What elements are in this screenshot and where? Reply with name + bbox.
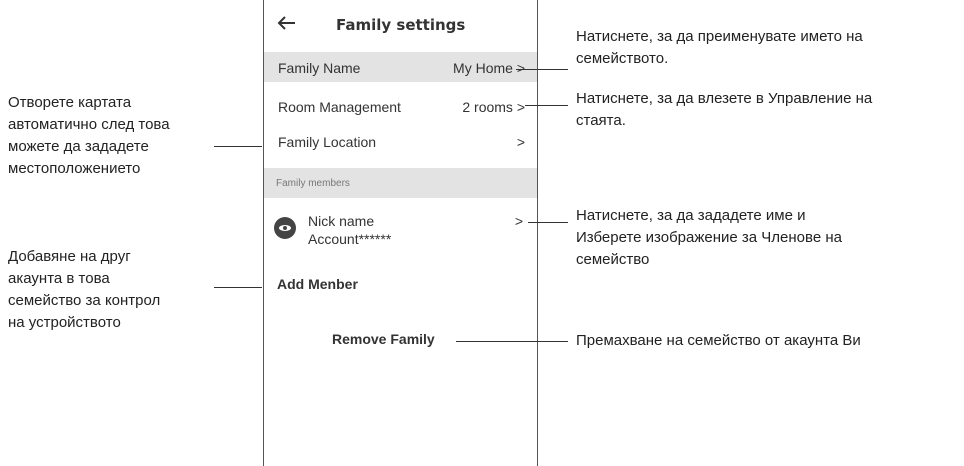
- page-title: Family settings: [336, 16, 466, 34]
- family-location-row[interactable]: Family Location >: [264, 130, 537, 156]
- annotation-remove-family: Премахване на семейство от акаунта Ви: [576, 330, 861, 352]
- annotation-line: Натиснете, за да зададете име и: [576, 207, 806, 224]
- annotation-line: семейство за контрол: [8, 292, 161, 309]
- annotation-line: семейството.: [576, 50, 669, 67]
- header: Family settings: [264, 0, 537, 48]
- annotation-line: Отворете картата: [8, 94, 132, 111]
- annotation-line: Премахване на семейство от акаунта Ви: [576, 332, 861, 349]
- annotation-room-management: Натиснете, за да влезете в Управление на…: [576, 88, 872, 132]
- member-row[interactable]: Nick name Account****** >: [264, 208, 537, 254]
- member-nick-name: Nick name: [308, 213, 375, 229]
- annotation-location: Отворете картата автоматично след това м…: [8, 92, 170, 180]
- connector-line: [456, 341, 568, 342]
- annotation-line: акаунта в това: [8, 270, 110, 287]
- phone-screen: Family settings Family Name My Home > Ro…: [263, 0, 538, 466]
- annotation-rename: Натиснете, за да преименувате името на с…: [576, 26, 863, 70]
- room-management-row[interactable]: Room Management 2 rooms >: [264, 95, 537, 121]
- annotation-line: можете да зададете: [8, 138, 149, 155]
- eye-icon: [279, 225, 291, 231]
- annotation-line: Изберете изображение за Членове на: [576, 229, 842, 246]
- connector-line: [528, 222, 568, 223]
- room-management-value: 2 rooms >: [462, 99, 525, 115]
- annotation-line: местоположението: [8, 160, 141, 177]
- family-members-title: Family members: [276, 178, 350, 189]
- annotation-line: семейство: [576, 251, 650, 268]
- family-name-value: My Home >: [453, 60, 525, 76]
- annotation-line: Натиснете, за да преименувате името на: [576, 28, 863, 45]
- family-name-label: Family Name: [278, 60, 361, 76]
- annotation-line: Натиснете, за да влезете в Управление на: [576, 90, 873, 107]
- connector-line: [214, 287, 262, 288]
- room-management-label: Room Management: [278, 99, 401, 115]
- annotation-line: Добавяне на друг: [8, 248, 131, 265]
- family-location-arrow: >: [516, 134, 525, 150]
- family-location-label: Family Location: [278, 134, 377, 150]
- annotation-add-member: Добавяне на друг акаунта в това семейств…: [8, 246, 160, 334]
- avatar: [274, 217, 296, 239]
- member-arrow: >: [514, 213, 523, 229]
- connector-line: [525, 105, 568, 106]
- annotation-line: стаята.: [576, 112, 626, 129]
- member-account: Account******: [308, 231, 392, 247]
- add-member-button[interactable]: Add Menber: [277, 276, 358, 292]
- remove-family-button[interactable]: Remove Family: [332, 331, 435, 347]
- annotation-line: автоматично след това: [8, 116, 170, 133]
- connector-line: [516, 69, 568, 70]
- arrow-left-icon[interactable]: [276, 12, 298, 34]
- annotation-line: на устройството: [8, 314, 121, 331]
- annotation-member: Натиснете, за да зададете име и Изберете…: [576, 205, 842, 271]
- connector-line: [214, 146, 262, 147]
- family-name-row[interactable]: Family Name My Home >: [264, 52, 537, 82]
- family-members-section-header: Family members: [264, 168, 537, 198]
